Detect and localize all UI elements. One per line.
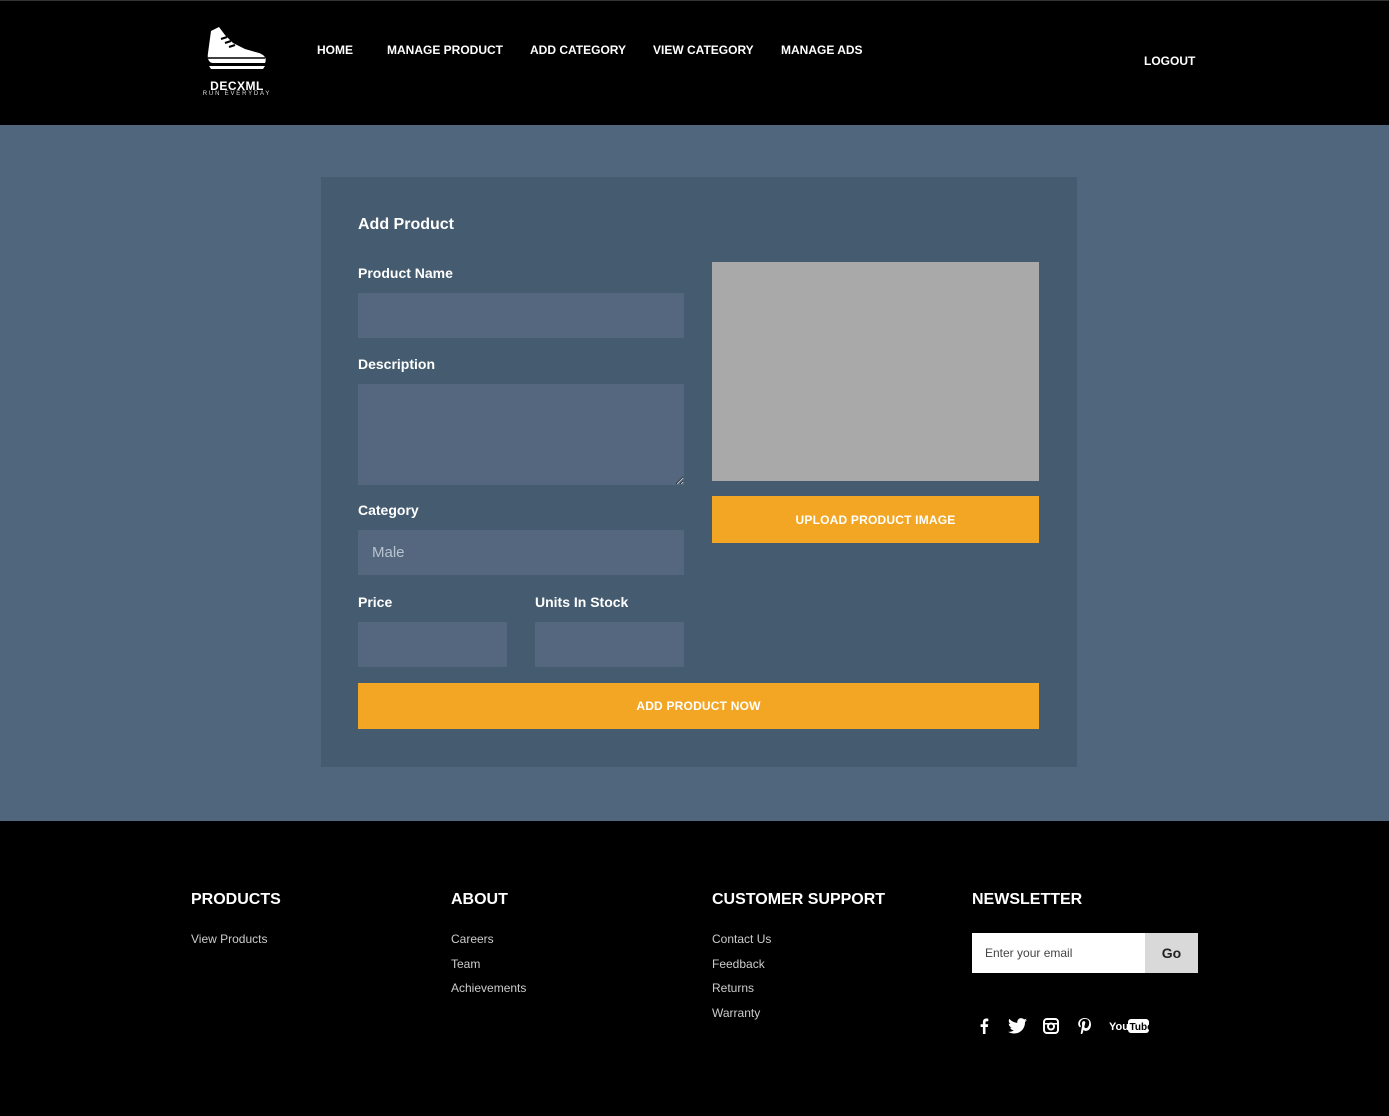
instagram-icon[interactable]: [1043, 1016, 1059, 1036]
product-name-label: Product Name: [358, 265, 453, 281]
nav-manage-product[interactable]: MANAGE PRODUCT: [387, 43, 503, 57]
price-label: Price: [358, 594, 393, 610]
description-textarea[interactable]: [358, 384, 684, 485]
description-label: Description: [358, 356, 436, 372]
logout-link[interactable]: LOGOUT: [1144, 54, 1195, 68]
footer-link-view-products[interactable]: View Products: [191, 932, 281, 947]
top-header: DECXML RUN EVERYDAY HOME MANAGE PRODUCT …: [0, 0, 1389, 125]
svg-text:Tube: Tube: [1130, 1022, 1150, 1033]
nav-home[interactable]: HOME: [317, 43, 353, 57]
twitter-icon[interactable]: [1008, 1016, 1027, 1036]
category-label: Category: [358, 502, 419, 518]
product-image-preview: [712, 262, 1039, 481]
brand-logo[interactable]: DECXML RUN EVERYDAY: [197, 25, 277, 99]
footer-support-heading: CUSTOMER SUPPORT: [712, 891, 886, 908]
pinterest-icon[interactable]: [1078, 1016, 1091, 1036]
shoe-icon: [207, 27, 266, 69]
add-product-card: Add Product Product Name Description Cat…: [321, 177, 1077, 767]
footer-link-team[interactable]: Team: [451, 957, 526, 972]
footer-link-contact-us[interactable]: Contact Us: [712, 932, 885, 947]
nav-manage-ads[interactable]: MANAGE ADS: [781, 43, 863, 57]
price-input[interactable]: [358, 622, 507, 667]
nav-view-category[interactable]: VIEW CATEGORY: [653, 43, 754, 57]
nav-add-category[interactable]: ADD CATEGORY: [530, 43, 626, 57]
footer-products-column: PRODUCTS View Products: [191, 891, 281, 957]
upload-product-image-button[interactable]: UPLOAD PRODUCT IMAGE: [712, 496, 1039, 543]
youtube-icon[interactable]: YouTube: [1109, 1016, 1149, 1036]
newsletter-go-button[interactable]: Go: [1145, 933, 1198, 973]
main-content: Add Product Product Name Description Cat…: [0, 125, 1389, 821]
brand-tagline: RUN EVERYDAY: [202, 91, 272, 97]
footer-link-achievements[interactable]: Achievements: [451, 981, 526, 996]
footer-link-careers[interactable]: Careers: [451, 932, 526, 947]
footer-products-heading: PRODUCTS: [191, 891, 281, 908]
product-name-input[interactable]: [358, 293, 684, 338]
footer-about-heading: ABOUT: [451, 891, 508, 908]
category-selected-value: Male: [372, 544, 405, 561]
svg-text:You: You: [1109, 1021, 1129, 1033]
footer-about-column: ABOUT Careers Team Achievements: [451, 891, 526, 1006]
units-in-stock-input[interactable]: [535, 622, 684, 667]
units-in-stock-label: Units In Stock: [535, 594, 629, 610]
footer-link-returns[interactable]: Returns: [712, 981, 885, 996]
footer-link-warranty[interactable]: Warranty: [712, 1006, 885, 1021]
newsletter-email-input[interactable]: [972, 933, 1145, 973]
newsletter-form: Go: [972, 933, 1198, 973]
category-select[interactable]: Male: [358, 530, 684, 575]
footer-support-column: CUSTOMER SUPPORT Contact Us Feedback Ret…: [712, 891, 885, 1030]
footer-link-feedback[interactable]: Feedback: [712, 957, 885, 972]
footer-newsletter-column: NEWSLETTER: [972, 891, 1082, 909]
add-product-now-button[interactable]: ADD PRODUCT NOW: [358, 683, 1039, 729]
form-title: Add Product: [358, 216, 454, 233]
footer-newsletter-heading: NEWSLETTER: [972, 891, 1083, 908]
site-footer: PRODUCTS View Products ABOUT Careers Tea…: [0, 821, 1389, 1116]
facebook-icon[interactable]: [979, 1016, 989, 1036]
